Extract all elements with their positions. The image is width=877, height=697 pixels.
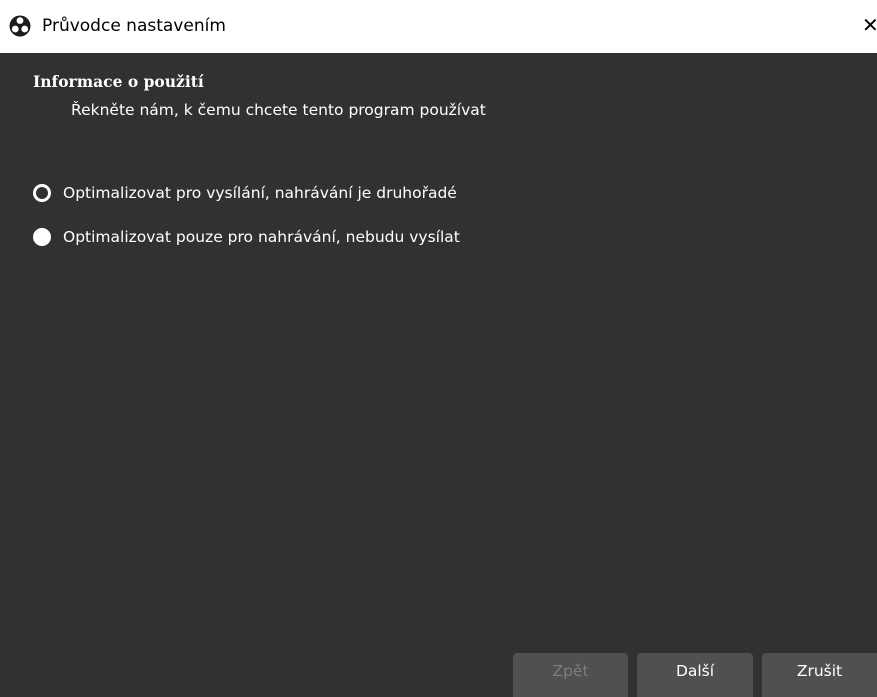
window-title: Průvodce nastavením [42, 16, 226, 36]
cancel-button[interactable]: Zrušit [762, 653, 877, 697]
page-title: Informace o použití [33, 72, 204, 91]
back-button[interactable]: Zpět [513, 653, 628, 697]
title-bar[interactable]: Průvodce nastavením ✕ [0, 0, 877, 53]
radio-optimize-recording[interactable]: Optimalizovat pouze pro nahrávání, nebud… [33, 226, 460, 248]
radio-button-circle[interactable] [33, 228, 51, 246]
radio-optimize-streaming[interactable]: Optimalizovat pro vysílání, nahrávání je… [33, 182, 457, 204]
page-subtitle: Řekněte nám, k čemu chcete tento program… [71, 101, 486, 119]
radio-label[interactable]: Optimalizovat pouze pro nahrávání, nebud… [63, 228, 460, 246]
radio-label[interactable]: Optimalizovat pro vysílání, nahrávání je… [63, 184, 457, 202]
setup-wizard-window: Průvodce nastavením ✕ Informace o použit… [0, 0, 877, 697]
next-button[interactable]: Další [637, 653, 753, 697]
close-icon[interactable]: ✕ [862, 14, 877, 36]
obs-logo-icon [9, 15, 31, 37]
radio-button-circle[interactable] [33, 184, 51, 202]
